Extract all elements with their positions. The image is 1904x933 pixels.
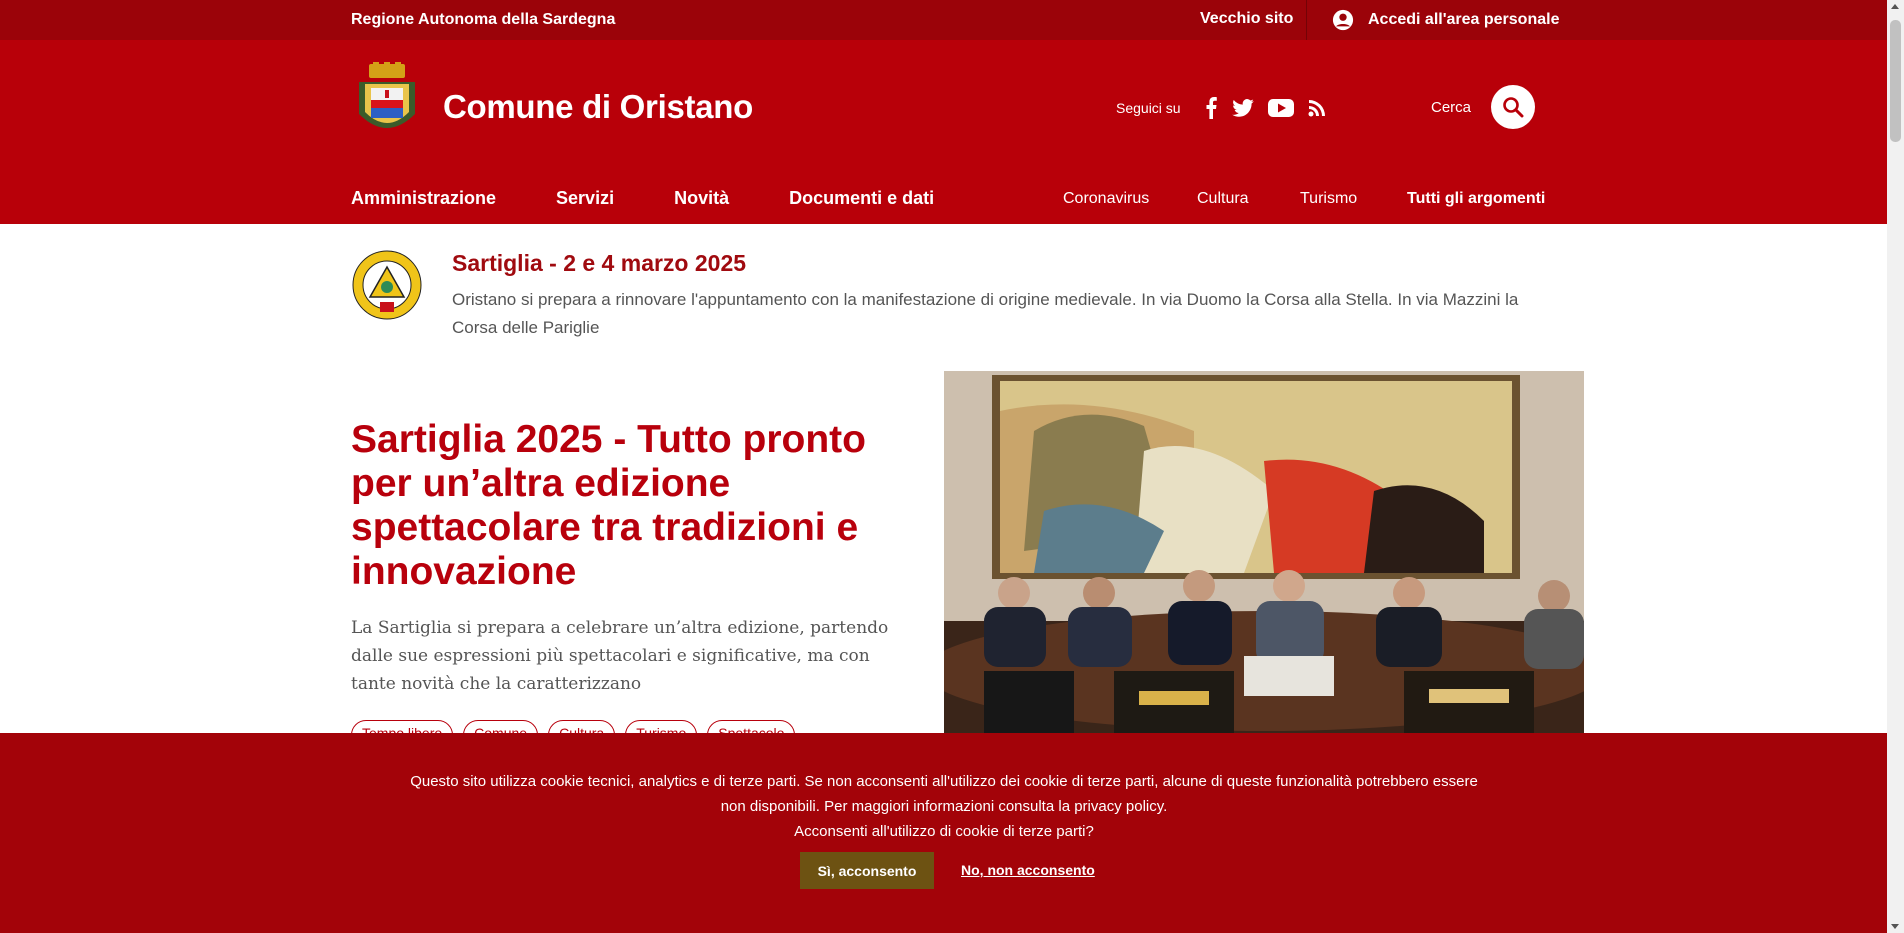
facebook-icon[interactable]: [1204, 96, 1218, 120]
hero-image[interactable]: [944, 371, 1584, 733]
regione-sardegna-logo: [352, 250, 422, 320]
login-label: Accedi all'area personale: [1368, 11, 1560, 28]
scroll-down-icon[interactable]: [1891, 924, 1899, 929]
top-bar: Regione Autonoma della Sardegna Vecchio …: [0, 0, 1887, 40]
notice-text: Oristano si prepara a rinnovare l'appunt…: [452, 290, 1519, 337]
main-nav: Amministrazione Servizi Novità Documenti…: [351, 188, 994, 209]
hero-text: La Sartiglia si prepara a celebrare un’a…: [351, 618, 889, 694]
page-scrollbar[interactable]: [1887, 0, 1904, 933]
cookie-question: Acconsenti all'utilizzo di cookie di ter…: [794, 823, 1094, 840]
nav-servizi[interactable]: Servizi: [556, 188, 614, 209]
nav-amministrazione[interactable]: Amministrazione: [351, 188, 496, 209]
topic-cultura[interactable]: Cultura: [1197, 190, 1249, 208]
site-title[interactable]: Comune di Oristano: [443, 88, 753, 126]
comune-logo[interactable]: [355, 62, 419, 138]
search-button[interactable]: [1491, 85, 1535, 129]
search-label[interactable]: Cerca: [1431, 99, 1471, 116]
scrollbar-thumb[interactable]: [1890, 20, 1901, 142]
cookie-message: Questo sito utilizza cookie tecnici, ana…: [394, 769, 1494, 844]
site-header: Comune di Oristano Seguici su Cerca Ammi…: [0, 40, 1887, 224]
cookie-message-line2: non disponibili. Per maggiori informazio…: [720, 798, 1168, 815]
cookie-message-line1: Questo sito utilizza cookie tecnici, ana…: [410, 773, 1478, 790]
rss-icon[interactable]: [1308, 96, 1326, 120]
old-site-link[interactable]: Vecchio sito: [1200, 10, 1293, 28]
region-link[interactable]: Regione Autonoma della Sardegna: [351, 11, 615, 29]
all-topics-link[interactable]: Tutti gli argomenti: [1407, 190, 1545, 208]
nav-documenti-e-dati[interactable]: Documenti e dati: [789, 188, 934, 209]
reject-cookies-link[interactable]: No, non acconsento: [961, 862, 1095, 878]
accept-cookies-button[interactable]: Sì, acconsento: [800, 852, 934, 889]
notice-title[interactable]: Sartiglia - 2 e 4 marzo 2025: [452, 250, 746, 277]
follow-label: Seguici su: [1116, 100, 1181, 116]
twitter-icon[interactable]: [1232, 96, 1254, 120]
hero-title[interactable]: Sartiglia 2025 - Tutto pronto per un’alt…: [351, 418, 911, 594]
social-links: [1204, 96, 1326, 120]
login-link[interactable]: Accedi all'area personale: [1332, 9, 1559, 31]
topbar-divider: [1306, 0, 1307, 40]
youtube-icon[interactable]: [1268, 96, 1294, 120]
nav-novita[interactable]: Novità: [674, 188, 729, 209]
user-icon: [1332, 9, 1354, 31]
scroll-up-icon[interactable]: [1891, 4, 1899, 9]
topic-coronavirus[interactable]: Coronavirus: [1063, 190, 1149, 208]
search-icon: [1503, 97, 1524, 118]
topic-turismo[interactable]: Turismo: [1300, 190, 1357, 208]
cookie-banner: Questo sito utilizza cookie tecnici, ana…: [0, 733, 1887, 933]
